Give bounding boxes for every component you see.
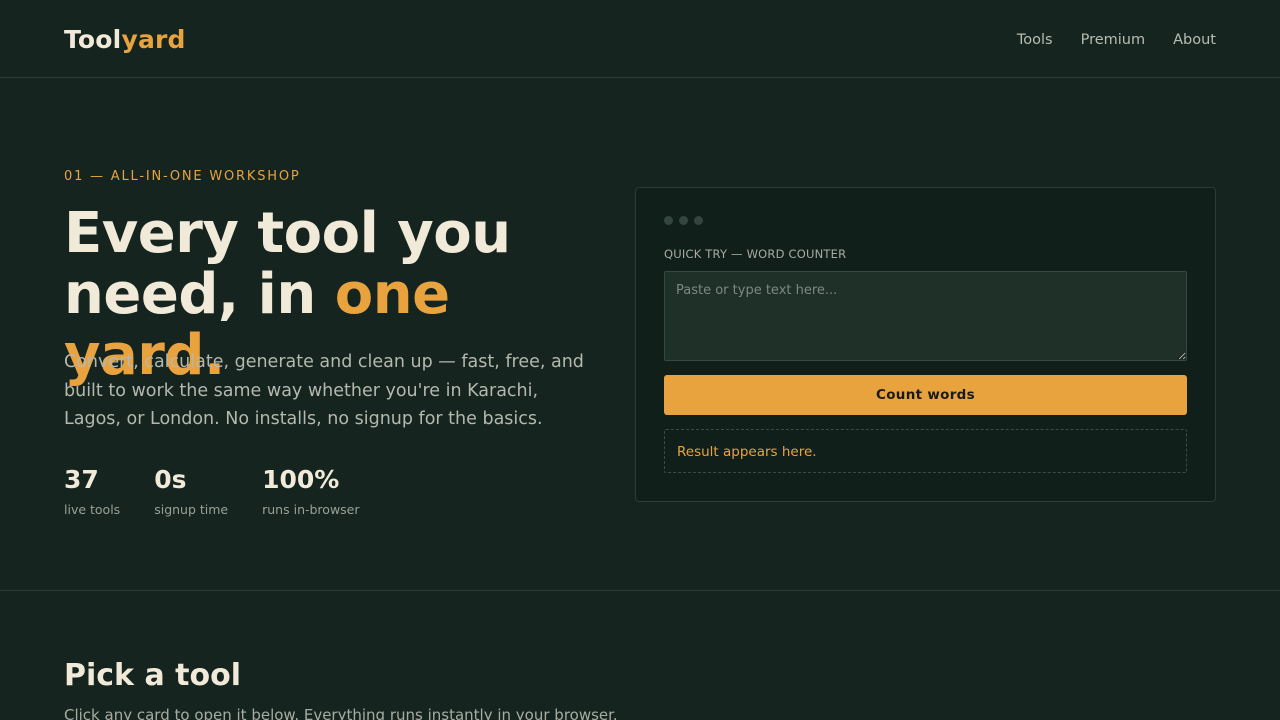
stat-runs-in-browser: 100% runs in-browser — [262, 464, 359, 519]
window-dot-icon — [694, 216, 703, 225]
hero-eyebrow: 01 — ALL-IN-ONE WORKSHOP — [64, 169, 301, 184]
section-divider — [0, 590, 1280, 591]
word-counter-textarea[interactable] — [664, 271, 1187, 361]
stat-signup-time: 0s signup time — [154, 464, 228, 519]
stat-value: 37 — [64, 465, 99, 494]
logo-text-accent: yard — [121, 25, 186, 54]
window-dot-icon — [679, 216, 688, 225]
headline-line-2: need, in — [64, 262, 335, 327]
main-nav: Tools Premium About — [1017, 30, 1216, 50]
site-header: Toolyard Tools Premium About — [0, 0, 1280, 78]
stat-live-tools: 37 live tools — [64, 464, 120, 519]
nav-link-tools[interactable]: Tools — [1017, 30, 1053, 50]
hero-lead: Convert, calculate, generate and clean u… — [64, 352, 584, 429]
result-output: Result appears here. — [664, 429, 1187, 473]
headline-line-1: Every tool you — [64, 201, 511, 266]
hero-stats: 37 live tools 0s signup time 100% runs i… — [64, 464, 394, 519]
window-dots — [664, 216, 703, 225]
nav-link-about[interactable]: About — [1173, 30, 1216, 50]
nav-link-premium[interactable]: Premium — [1081, 30, 1146, 50]
count-words-button[interactable]: Count words — [664, 375, 1187, 415]
logo-text-primary: Tool — [64, 25, 122, 54]
stat-label: runs in-browser — [262, 502, 360, 517]
stat-label: signup time — [154, 502, 229, 517]
logo[interactable]: Toolyard — [64, 24, 186, 56]
stat-value: 0s — [154, 465, 187, 494]
tools-section-subtitle: Click any card to open it below. Everyth… — [64, 706, 618, 720]
quick-try-label: QUICK TRY — WORD COUNTER — [664, 247, 847, 261]
page: Toolyard Tools Premium About 01 — ALL-IN… — [0, 0, 1280, 720]
stat-label: live tools — [64, 502, 121, 517]
stat-value: 100% — [262, 465, 340, 494]
tools-section-title: Pick a tool — [64, 658, 241, 693]
quick-try-card: QUICK TRY — WORD COUNTER Count words Res… — [635, 187, 1216, 502]
window-dot-icon — [664, 216, 673, 225]
